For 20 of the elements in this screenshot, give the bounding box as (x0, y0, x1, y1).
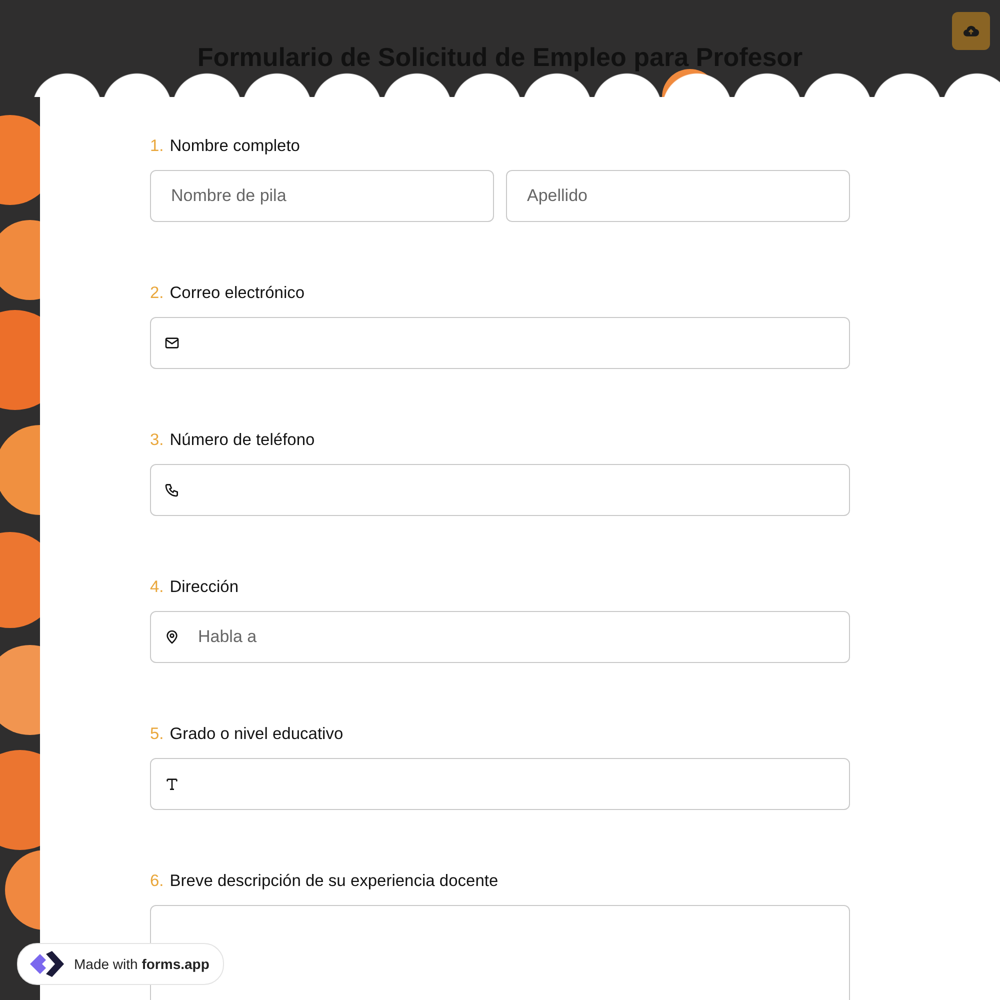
question-label: 2. Correo electrónico (150, 284, 306, 303)
question-label: 1. Nombre completo (150, 137, 301, 156)
made-with-badge[interactable]: Made with forms.app (17, 943, 224, 985)
question-label: 6. Breve descripción de su experiencia docente (150, 872, 500, 891)
question-label: 5. Grado o nivel educativo (150, 725, 344, 744)
upload-button[interactable] (952, 12, 990, 50)
input-field[interactable]: Nombre de pila (150, 170, 494, 222)
text-icon (164, 776, 180, 792)
input-field[interactable] (150, 758, 850, 810)
question-label: 4. Dirección (150, 578, 240, 597)
location-pin-icon (164, 629, 180, 645)
cloud-upload-icon (963, 24, 979, 38)
envelope-icon (164, 335, 180, 351)
input-field[interactable] (150, 317, 850, 369)
badge-text: Made with forms.app (74, 956, 210, 972)
question-label: 3. Número de teléfono (150, 431, 316, 450)
input-field[interactable] (150, 464, 850, 516)
phone-icon (164, 482, 180, 498)
input-field[interactable]: Apellido (506, 170, 850, 222)
input-field[interactable]: Habla a (150, 611, 850, 663)
